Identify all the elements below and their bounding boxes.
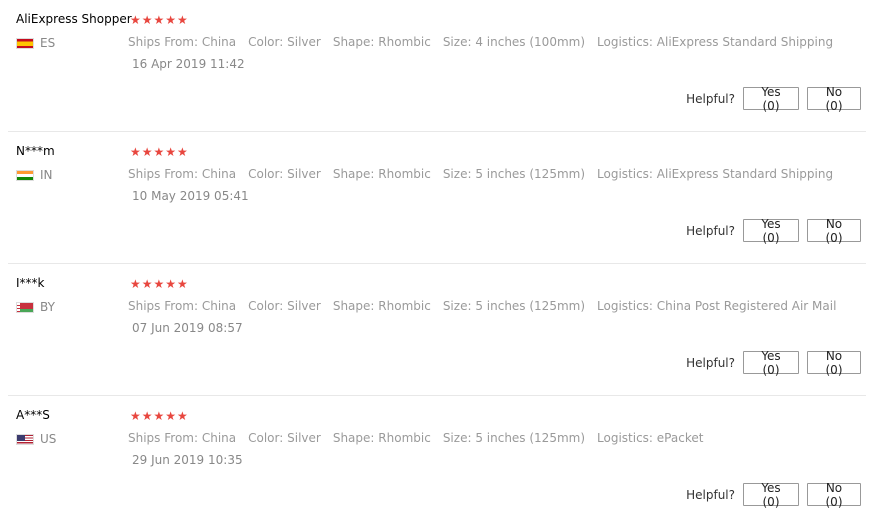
shape-label: Shape: (332, 299, 375, 313)
helpful-no-button[interactable]: No (0) (807, 217, 861, 245)
logistics-label: Logistics: (597, 299, 653, 313)
color-label: Color: (248, 35, 284, 49)
ships-from-label: Ships From: (128, 431, 199, 445)
color-value: Silver (287, 35, 321, 49)
helpful-yes-button[interactable]: Yes (0) (743, 217, 799, 245)
shape-value: Rhombic (378, 167, 431, 181)
country-code: ES (40, 36, 56, 50)
shape-label: Shape: (332, 431, 375, 445)
review-date: 10 May 2019 05:41 (132, 189, 249, 203)
helpful-label: Helpful? (686, 355, 735, 370)
review-attributes: Ships From: China Color: Silver Shape: R… (128, 299, 848, 313)
shape-label: Shape: (332, 35, 375, 49)
shape-value: Rhombic (378, 299, 431, 313)
reviewer-country: BY (16, 300, 55, 314)
star-rating: ★★★★★ (130, 409, 189, 423)
logistics-value: ePacket (656, 431, 704, 445)
helpful-vote: Helpful? Yes (0) No (0) (686, 481, 861, 509)
star-rating: ★★★★★ (130, 13, 189, 27)
reviewer-country: ES (16, 36, 55, 50)
color-label: Color: (248, 299, 284, 313)
star-rating: ★★★★★ (130, 145, 189, 159)
color-value: Silver (287, 299, 321, 313)
country-code: IN (40, 168, 53, 182)
helpful-yes-button[interactable]: Yes (0) (743, 481, 799, 509)
belarus-flag-icon (16, 301, 34, 313)
shape-value: Rhombic (378, 35, 431, 49)
size-value: 5 inches (125mm) (475, 167, 586, 181)
reviewer-name: AliExpress Shopper (16, 12, 132, 26)
review-date: 29 Jun 2019 10:35 (132, 453, 243, 467)
helpful-label: Helpful? (686, 223, 735, 238)
reviewer-name: I***k (16, 276, 45, 290)
helpful-yes-button[interactable]: Yes (0) (743, 85, 799, 113)
size-label: Size: (442, 299, 472, 313)
ships-from-label: Ships From: (128, 167, 199, 181)
india-flag-icon (16, 169, 34, 181)
review-date: 16 Apr 2019 11:42 (132, 57, 245, 71)
helpful-vote: Helpful? Yes (0) No (0) (686, 217, 861, 245)
ships-from-value: China (201, 167, 237, 181)
usa-flag-icon (16, 433, 34, 445)
helpful-vote: Helpful? Yes (0) No (0) (686, 85, 861, 113)
helpful-label: Helpful? (686, 487, 735, 502)
color-label: Color: (248, 431, 284, 445)
country-code: US (40, 432, 57, 446)
ships-from-value: China (201, 35, 237, 49)
review-item: N***m IN ★★★★★ Ships From: China Color: … (0, 132, 886, 264)
color-value: Silver (287, 431, 321, 445)
review-item: AliExpress Shopper ES ★★★★★ Ships From: … (0, 0, 886, 132)
logistics-value: AliExpress Standard Shipping (656, 35, 834, 49)
ships-from-value: China (201, 299, 237, 313)
size-value: 5 inches (125mm) (475, 299, 586, 313)
size-value: 4 inches (100mm) (475, 35, 586, 49)
logistics-value: China Post Registered Air Mail (656, 299, 837, 313)
logistics-label: Logistics: (597, 431, 653, 445)
size-label: Size: (442, 35, 472, 49)
size-label: Size: (442, 167, 472, 181)
review-item: A***S US ★★★★★ Ships From: China Color: … (0, 396, 886, 524)
color-value: Silver (287, 167, 321, 181)
star-rating: ★★★★★ (130, 277, 189, 291)
ships-from-label: Ships From: (128, 35, 199, 49)
helpful-no-button[interactable]: No (0) (807, 481, 861, 509)
helpful-no-button[interactable]: No (0) (807, 85, 861, 113)
review-date: 07 Jun 2019 08:57 (132, 321, 243, 335)
ships-from-value: China (201, 431, 237, 445)
review-attributes: Ships From: China Color: Silver Shape: R… (128, 167, 845, 181)
helpful-vote: Helpful? Yes (0) No (0) (686, 349, 861, 377)
ships-from-label: Ships From: (128, 299, 199, 313)
spain-flag-icon (16, 37, 34, 49)
size-value: 5 inches (125mm) (475, 431, 586, 445)
size-label: Size: (442, 431, 472, 445)
review-attributes: Ships From: China Color: Silver Shape: R… (128, 35, 845, 49)
reviewer-name: A***S (16, 408, 50, 422)
reviewer-country: IN (16, 168, 53, 182)
helpful-label: Helpful? (686, 91, 735, 106)
review-attributes: Ships From: China Color: Silver Shape: R… (128, 431, 715, 445)
reviewer-name: N***m (16, 144, 55, 158)
logistics-label: Logistics: (597, 167, 653, 181)
shape-value: Rhombic (378, 431, 431, 445)
reviewer-country: US (16, 432, 56, 446)
country-code: BY (40, 300, 55, 314)
color-label: Color: (248, 167, 284, 181)
logistics-label: Logistics: (597, 35, 653, 49)
review-item: I***k BY ★★★★★ Ships From: China Color: … (0, 264, 886, 396)
helpful-no-button[interactable]: No (0) (807, 349, 861, 377)
logistics-value: AliExpress Standard Shipping (656, 167, 834, 181)
helpful-yes-button[interactable]: Yes (0) (743, 349, 799, 377)
shape-label: Shape: (332, 167, 375, 181)
